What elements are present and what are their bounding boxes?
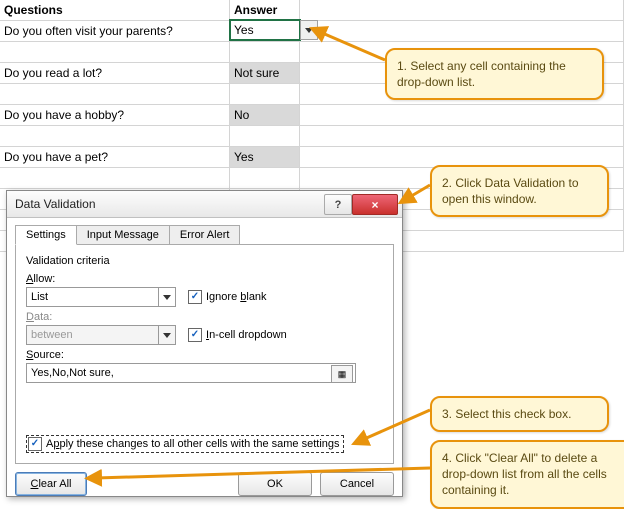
allow-label: Allow: — [26, 273, 383, 285]
tab-error-alert[interactable]: Error Alert — [169, 225, 241, 245]
allow-value: List — [31, 291, 48, 303]
cancel-button[interactable]: Cancel — [320, 472, 394, 496]
range-picker-icon[interactable]: ▦ — [331, 365, 353, 383]
apply-all-cells-label: Apply these changes to all other cells w… — [46, 438, 340, 450]
help-button[interactable]: ? — [324, 194, 352, 215]
settings-panel: Validation criteria Allow: List Ignore b… — [15, 244, 394, 464]
clear-all-button[interactable]: Clear All — [15, 472, 87, 496]
answer-cell[interactable]: Not sure — [230, 63, 300, 83]
tab-input-message[interactable]: Input Message — [76, 225, 170, 245]
dialog-title: Data Validation — [15, 197, 96, 211]
chevron-down-icon — [158, 288, 175, 306]
dialog-tabs: Settings Input Message Error Alert — [15, 224, 394, 244]
data-value: between — [31, 329, 73, 341]
question-cell[interactable]: Do you have a hobby? — [0, 105, 230, 125]
incell-dropdown-label: In-cell dropdown — [206, 327, 287, 343]
source-value: Yes,No,Not sure, — [31, 367, 114, 379]
answer-cell[interactable]: No — [230, 105, 300, 125]
data-label: Data: — [26, 311, 383, 323]
dropdown-arrow-icon[interactable] — [300, 20, 318, 40]
close-button[interactable]: × — [352, 194, 398, 215]
selected-cell[interactable]: Yes — [229, 19, 301, 41]
apply-all-cells-checkbox-row[interactable]: Apply these changes to all other cells w… — [26, 435, 344, 453]
ok-button[interactable]: OK — [238, 472, 312, 496]
allow-combo[interactable]: List — [26, 287, 176, 307]
data-validation-dialog: Data Validation ? × Settings Input Messa… — [6, 190, 403, 497]
callout-4: 4. Click "Clear All" to delete a drop-do… — [430, 440, 624, 509]
apply-all-cells-checkbox[interactable] — [28, 437, 42, 451]
question-cell[interactable]: Do you have a pet? — [0, 147, 230, 167]
validation-criteria-label: Validation criteria — [26, 255, 383, 267]
answer-cell[interactable]: Yes — [230, 147, 300, 167]
tab-settings[interactable]: Settings — [15, 225, 77, 245]
callout-2: 2. Click Data Validation to open this wi… — [430, 165, 609, 217]
chevron-down-icon — [158, 326, 175, 344]
source-input[interactable]: Yes,No,Not sure, ▦ — [26, 363, 356, 383]
question-cell[interactable]: Do you often visit your parents? — [0, 21, 230, 41]
ignore-blank-checkbox[interactable] — [188, 290, 202, 304]
callout-3: 3. Select this check box. — [430, 396, 609, 432]
dialog-titlebar[interactable]: Data Validation ? × — [7, 191, 402, 218]
ignore-blank-label: Ignore blank — [206, 289, 267, 305]
callout-1: 1. Select any cell containing the drop-d… — [385, 48, 604, 100]
data-combo: between — [26, 325, 176, 345]
source-label: Source: — [26, 349, 383, 361]
question-cell[interactable]: Do you read a lot? — [0, 63, 230, 83]
header-questions: Questions — [0, 0, 230, 20]
incell-dropdown-checkbox[interactable] — [188, 328, 202, 342]
header-answer: Answer — [230, 0, 300, 20]
